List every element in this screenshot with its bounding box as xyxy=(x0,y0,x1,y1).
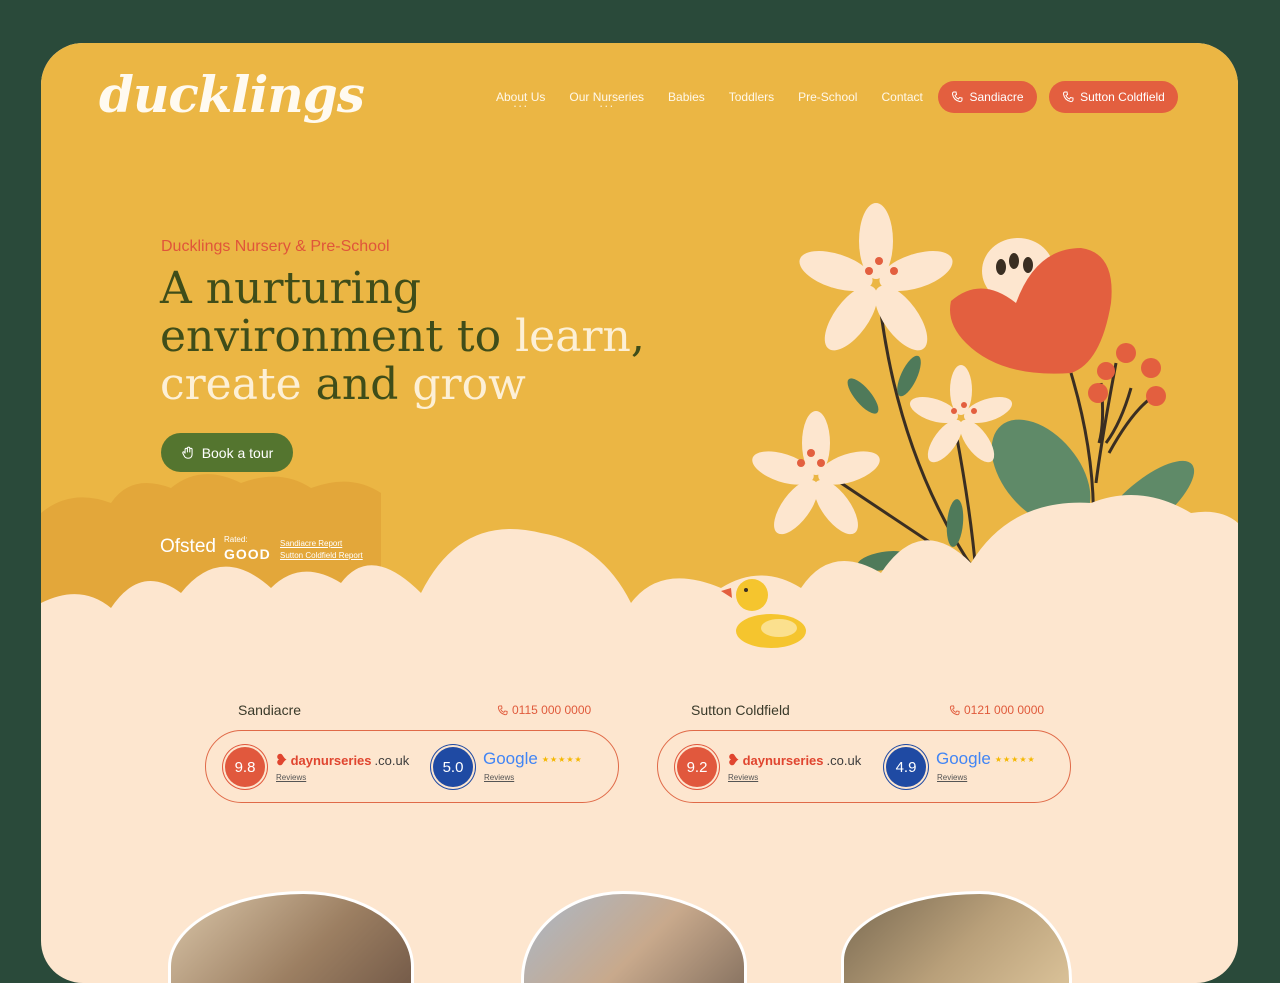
phone-number: 0115 000 0000 xyxy=(512,703,592,717)
berry-icon xyxy=(1141,358,1161,378)
site-logo[interactable]: ducklings xyxy=(99,65,365,124)
hero-eyebrow: Ducklings Nursery & Pre-School xyxy=(161,238,390,255)
score: 9.8 xyxy=(234,758,256,776)
score: 4.9 xyxy=(895,758,917,776)
nav-pre-school[interactable]: Pre-School xyxy=(798,90,857,104)
main-nav: About Us Our Nurseries Babies Toddlers P… xyxy=(496,90,923,104)
ofsted-badge: Ofsted Rated: GOOD xyxy=(160,535,271,562)
nursery-photo xyxy=(168,891,414,983)
nav-about-us[interactable]: About Us xyxy=(496,90,545,104)
flower-icon xyxy=(752,411,880,535)
location-name: Sandiacre xyxy=(238,702,302,718)
daynurseries-reviews-link[interactable]: Reviews xyxy=(276,773,306,782)
sutton-coldfield-report-link[interactable]: Sutton Coldfield Report xyxy=(280,551,363,560)
google-wordmark: Google xyxy=(483,749,538,768)
headline-highlight: learn xyxy=(515,311,631,362)
rating-card: 9.2 ❥ daynurseries .co.uk Reviews 4.9 Goog… xyxy=(657,730,1071,803)
headline-highlight: create xyxy=(160,359,302,410)
leaf-icon xyxy=(847,378,879,414)
score: 5.0 xyxy=(442,758,464,776)
ofsted-rating-value: GOOD xyxy=(223,546,271,562)
nav-contact[interactable]: Contact xyxy=(881,90,922,104)
call-sandiacre-button[interactable]: Sandiacre xyxy=(938,81,1037,113)
nav-babies[interactable]: Babies xyxy=(668,90,705,104)
brand-name: daynurseries xyxy=(290,752,372,768)
headline-text: and xyxy=(301,359,413,410)
phone-icon xyxy=(952,91,963,103)
google-reviews-link[interactable]: Reviews xyxy=(937,773,967,782)
hand-wave-icon xyxy=(181,446,193,459)
star-rating-icon: ★★★★★ xyxy=(994,754,1036,764)
google-logo: Google ★★★★★ xyxy=(483,749,583,769)
location-phone[interactable]: 0115 000 0000 xyxy=(497,703,591,717)
headline-highlight: grow xyxy=(412,359,526,410)
page-frame: ducklings About Us Our Nurseries Babies … xyxy=(41,43,1238,983)
headline-text: environment to xyxy=(160,311,516,362)
google-score-badge: 4.9 xyxy=(886,747,926,787)
call-sutton-coldfield-button[interactable]: Sutton Coldfield xyxy=(1049,81,1178,113)
phone-icon xyxy=(949,704,960,715)
berry-icon xyxy=(1097,362,1115,380)
score: 9.2 xyxy=(686,758,708,776)
daynurseries-reviews-link[interactable]: Reviews xyxy=(728,773,758,782)
google-wordmark: Google xyxy=(936,749,991,768)
daynurseries-logo: ❥ daynurseries .co.uk xyxy=(727,751,861,769)
star-rating-icon: ★★★★★ xyxy=(541,754,583,764)
ofsted-rating: Rated: GOOD xyxy=(223,535,271,562)
daynurseries-score-badge: 9.2 xyxy=(677,747,717,787)
berry-icon xyxy=(1116,343,1136,363)
headline-text: A nurturing xyxy=(160,263,422,314)
phone-icon xyxy=(497,704,508,715)
brand-name: daynurseries xyxy=(742,752,824,768)
book-tour-button[interactable]: Book a tour xyxy=(161,433,293,472)
flower-icon xyxy=(799,203,953,351)
google-reviews-link[interactable]: Reviews xyxy=(484,773,514,782)
brand-tld: .co.uk xyxy=(374,752,410,768)
nursery-photo xyxy=(521,891,747,983)
phone-icon xyxy=(1063,91,1074,103)
ofsted-rated-label: Rated: xyxy=(223,535,248,544)
google-logo: Google ★★★★★ xyxy=(936,749,1036,769)
hero-section: ducklings About Us Our Nurseries Babies … xyxy=(41,43,1238,683)
berry-icon xyxy=(1146,386,1166,406)
daynurseries-score-badge: 9.8 xyxy=(225,747,265,787)
rating-card: 9.8 ❥ daynurseries .co.uk Reviews 5.0 Goog… xyxy=(205,730,619,803)
phone-number: 0121 000 0000 xyxy=(964,703,1045,717)
daynurseries-icon: ❥ xyxy=(727,752,740,769)
call-sutton-coldfield-label: Sutton Coldfield xyxy=(1080,90,1165,104)
location-name: Sutton Coldfield xyxy=(691,702,790,718)
daynurseries-logo: ❥ daynurseries .co.uk xyxy=(275,751,409,769)
daynurseries-icon: ❥ xyxy=(275,752,288,769)
berry-icon xyxy=(1088,383,1108,403)
ofsted-reports: Sandiacre Report Sutton Coldfield Report xyxy=(280,539,363,560)
brand-tld: .co.uk xyxy=(826,752,862,768)
sandiacre-report-link[interactable]: Sandiacre Report xyxy=(280,539,363,548)
call-sandiacre-label: Sandiacre xyxy=(969,90,1024,104)
nav-our-nurseries[interactable]: Our Nurseries xyxy=(569,90,644,104)
google-score-badge: 5.0 xyxy=(433,747,473,787)
leaf-icon xyxy=(946,499,964,547)
nav-toddlers[interactable]: Toddlers xyxy=(729,90,774,104)
headline-text: , xyxy=(630,311,645,362)
location-phone[interactable]: 0121 000 0000 xyxy=(949,703,1044,717)
ofsted-logo: Ofsted xyxy=(160,536,216,557)
book-tour-label: Book a tour xyxy=(201,444,274,461)
hero-headline: A nurturing environment to learn, create… xyxy=(160,265,680,409)
nursery-photo xyxy=(841,891,1072,983)
